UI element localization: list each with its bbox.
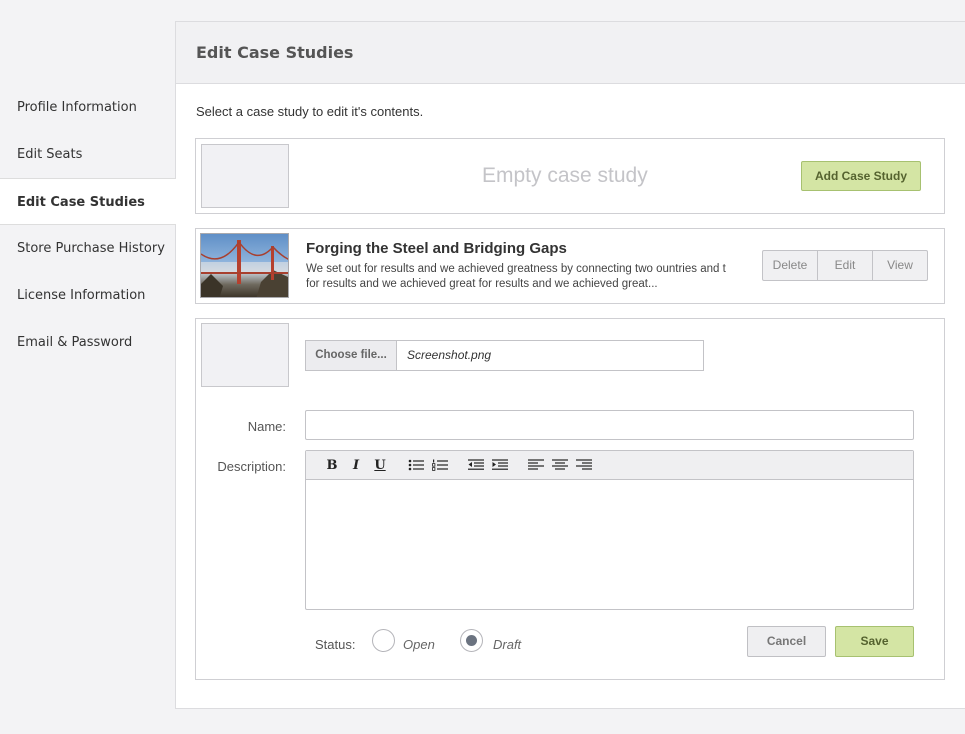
sidebar-item-edit-case-studies[interactable]: Edit Case Studies [0,178,176,225]
bold-icon[interactable]: B [320,455,344,475]
choose-file-button[interactable]: Choose file... [306,341,397,370]
sidebar-item-store-purchase-history[interactable]: Store Purchase History [0,225,176,272]
bridge-image-icon [201,240,288,297]
underline-icon[interactable]: U [368,455,392,475]
intro-text: Select a case study to edit it's content… [196,104,424,119]
delete-button[interactable]: Delete [763,251,818,280]
sidebar-item-license-information[interactable]: License Information [0,272,176,319]
status-label: Status: [315,637,356,652]
name-label: Name: [247,419,286,434]
name-input[interactable] [305,410,914,440]
description-label: Description: [217,459,286,474]
align-left-icon[interactable] [524,455,548,475]
upload-thumbnail-preview [201,323,289,387]
case-study-actions: Delete Edit View [762,250,928,281]
bullet-list-icon[interactable] [404,455,428,475]
case-study-title[interactable]: Forging the Steel and Bridging Gaps [306,240,567,257]
align-center-icon[interactable] [548,455,572,475]
numbered-list-icon[interactable] [428,455,452,475]
sidebar: Profile Information Edit Seats Edit Case… [0,84,176,366]
case-study-description: We set out for results and we achieved g… [306,263,726,290]
sidebar-item-profile-information[interactable]: Profile Information [0,84,176,131]
editor-toolbar: B I U [306,451,913,480]
outdent-icon[interactable] [464,455,488,475]
cancel-button[interactable]: Cancel [747,626,826,657]
sidebar-item-email-password[interactable]: Email & Password [0,319,176,366]
italic-icon[interactable]: I [344,455,368,475]
status-draft-label[interactable]: Draft [493,637,521,652]
add-case-study-button[interactable]: Add Case Study [801,161,921,191]
view-button[interactable]: View [873,251,927,280]
description-editor: B I U [305,450,914,610]
file-name-display: Screenshot.png [407,348,492,362]
sidebar-item-edit-seats[interactable]: Edit Seats [0,131,176,178]
case-study-card: Forging the Steel and Bridging Gaps We s… [195,228,945,304]
empty-thumbnail [201,144,289,208]
status-open-label[interactable]: Open [403,637,435,652]
save-button[interactable]: Save [835,626,914,657]
description-textarea[interactable] [306,480,913,609]
edit-button[interactable]: Edit [818,251,873,280]
page-title: Edit Case Studies [176,22,965,84]
indent-icon[interactable] [488,455,512,475]
status-open-radio[interactable] [372,629,395,652]
main-panel: Edit Case Studies Select a case study to… [175,21,965,709]
empty-case-study-text: Empty case study [482,164,648,187]
case-study-thumbnail [200,233,289,298]
file-upload-field: Choose file... Screenshot.png [305,340,704,371]
align-right-icon[interactable] [572,455,596,475]
status-draft-radio[interactable] [460,629,483,652]
case-study-edit-form: Choose file... Screenshot.png Name: Desc… [195,318,945,680]
empty-case-study-card: Empty case study Add Case Study [195,138,945,214]
